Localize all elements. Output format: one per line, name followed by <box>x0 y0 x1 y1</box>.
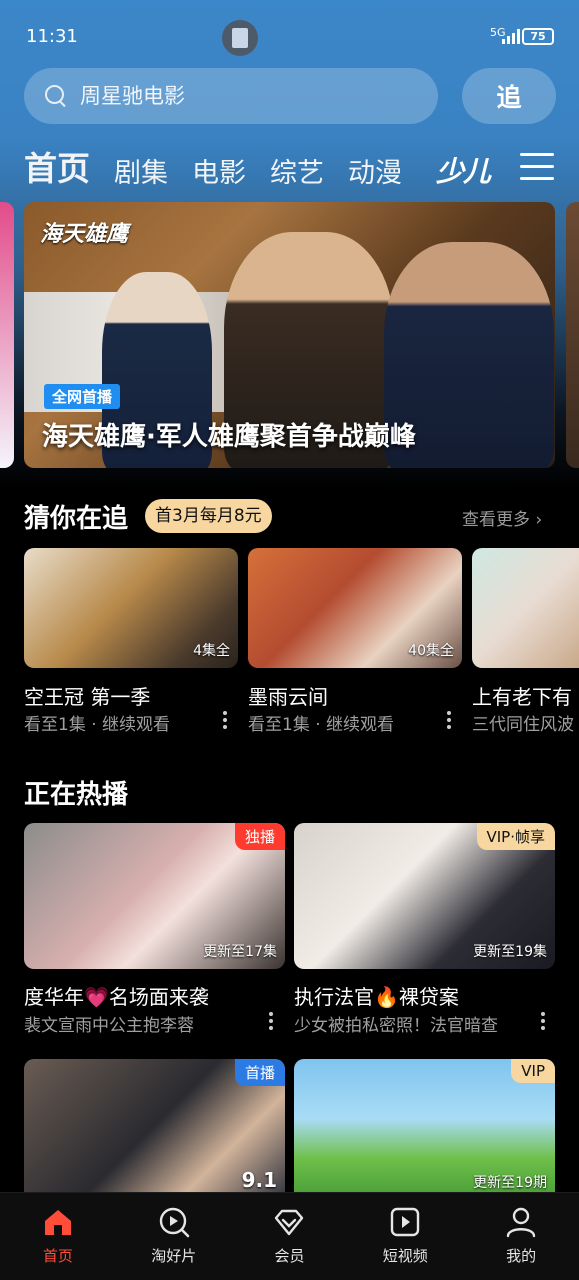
search-input[interactable] <box>80 84 400 108</box>
continue-subtitle-3: 三代同住风波 <box>472 715 574 735</box>
see-more-label: 查看更多 <box>462 510 530 530</box>
premiere-badge: 首播 <box>234 1059 285 1086</box>
status-bar: 11:31 5G 75 <box>0 18 579 58</box>
see-more-link[interactable]: 查看更多 › <box>462 505 542 530</box>
hot-card-3[interactable]: 首播 9.1 <box>24 1059 285 1192</box>
menu-icon[interactable] <box>520 151 554 181</box>
home-icon <box>44 1210 71 1235</box>
nav-home[interactable]: 首页 <box>0 1193 116 1280</box>
continue-subtitle-1: 看至1集 · 继续观看 <box>24 715 171 735</box>
continue-card-3[interactable] <box>472 548 579 668</box>
continue-subtitle-2: 看至1集 · 继续观看 <box>248 715 395 735</box>
hot-title-1[interactable]: 度华年💗名场面来袭 <box>24 981 274 1010</box>
more-options-icon[interactable] <box>268 1012 274 1034</box>
hot-subtitle-1: 裴文宣雨中公主抱李蓉 <box>24 1016 194 1036</box>
short-video-icon <box>391 1207 420 1237</box>
banner-caption: 海天雄鹰·军人雄鹰聚首争战巅峰 <box>42 422 416 452</box>
update-label: 更新至19集 <box>473 944 547 960</box>
continue-card-1[interactable]: 4集全 <box>24 548 238 668</box>
more-options-icon[interactable] <box>446 711 452 733</box>
continue-card-2[interactable]: 40集全 <box>248 548 462 668</box>
hot-card-2[interactable]: VIP·帧享 更新至19集 <box>294 823 555 969</box>
exclusive-badge: 独播 <box>234 823 285 850</box>
banner-prev-peek[interactable] <box>0 202 14 468</box>
vip-badge: VIP·帧享 <box>476 823 555 850</box>
hot-subtitle-2: 少女被拍私密照！法官暗查 <box>294 1016 498 1036</box>
category-tabs: 首页 剧集 电影 综艺 动漫 <box>24 140 402 190</box>
more-options-icon[interactable] <box>540 1012 546 1034</box>
nav-profile[interactable]: 我的 <box>463 1193 579 1280</box>
promo-badge[interactable]: 首3月每月8元 <box>145 499 272 533</box>
tab-home[interactable]: 首页 <box>24 142 90 190</box>
episode-count: 40集全 <box>408 643 454 659</box>
continue-title-2[interactable]: 墨雨云间 <box>248 681 448 710</box>
banner-logo: 海天雄鹰 <box>40 222 129 247</box>
tab-movies[interactable]: 电影 <box>192 151 246 190</box>
nav-vip[interactable]: 会员 <box>232 1193 348 1280</box>
battery-icon: 75 <box>522 28 554 45</box>
tab-series[interactable]: 剧集 <box>114 151 168 190</box>
episode-count: 4集全 <box>193 643 230 659</box>
continue-title-1[interactable]: 空王冠 第一季 <box>24 681 224 710</box>
notification-app-icon <box>222 20 258 56</box>
tab-variety[interactable]: 综艺 <box>270 151 324 190</box>
nav-label: 淘好片 <box>151 1247 197 1265</box>
hot-card-1[interactable]: 独播 更新至17集 <box>24 823 285 969</box>
nav-label: 会员 <box>274 1247 305 1265</box>
banner-next-peek[interactable] <box>566 202 579 468</box>
banner-tag: 全网首播 <box>44 384 121 409</box>
user-icon <box>506 1207 536 1238</box>
hero-banner[interactable]: 海天雄鹰 全网首播 海天雄鹰·军人雄鹰聚首争战巅峰 <box>24 202 555 468</box>
nav-label: 首页 <box>42 1247 73 1265</box>
continue-title-3[interactable]: 上有老下有 <box>472 681 579 710</box>
hot-card-4[interactable]: VIP 更新至19期 <box>294 1059 555 1192</box>
tab-kids[interactable]: 少儿 <box>436 150 491 190</box>
nav-label: 短视频 <box>382 1247 428 1265</box>
hot-title-2[interactable]: 执行法官🔥裸贷案 <box>294 981 544 1010</box>
update-label: 更新至17集 <box>203 944 277 960</box>
rating-label: 9.1 <box>241 1168 277 1192</box>
follow-button[interactable]: 追 <box>462 68 556 124</box>
discover-icon <box>159 1207 189 1238</box>
vip-badge: VIP <box>511 1059 555 1083</box>
more-options-icon[interactable] <box>222 711 228 733</box>
nav-short-video[interactable]: 短视频 <box>347 1193 463 1280</box>
tab-anime[interactable]: 动漫 <box>348 151 402 190</box>
diamond-icon <box>275 1209 304 1236</box>
hot-section-title: 正在热播 <box>24 780 129 810</box>
continue-section-title: 猜你在追 <box>24 504 129 534</box>
status-time: 11:31 <box>26 26 78 47</box>
nav-discover[interactable]: 淘好片 <box>116 1193 232 1280</box>
signal-icon <box>502 28 520 44</box>
search-bar[interactable] <box>24 68 438 124</box>
update-label: 更新至19期 <box>473 1175 547 1191</box>
nav-label: 我的 <box>506 1247 537 1265</box>
bottom-nav: 首页 淘好片 会员 短视频 我的 <box>0 1192 579 1280</box>
search-icon <box>44 84 68 108</box>
